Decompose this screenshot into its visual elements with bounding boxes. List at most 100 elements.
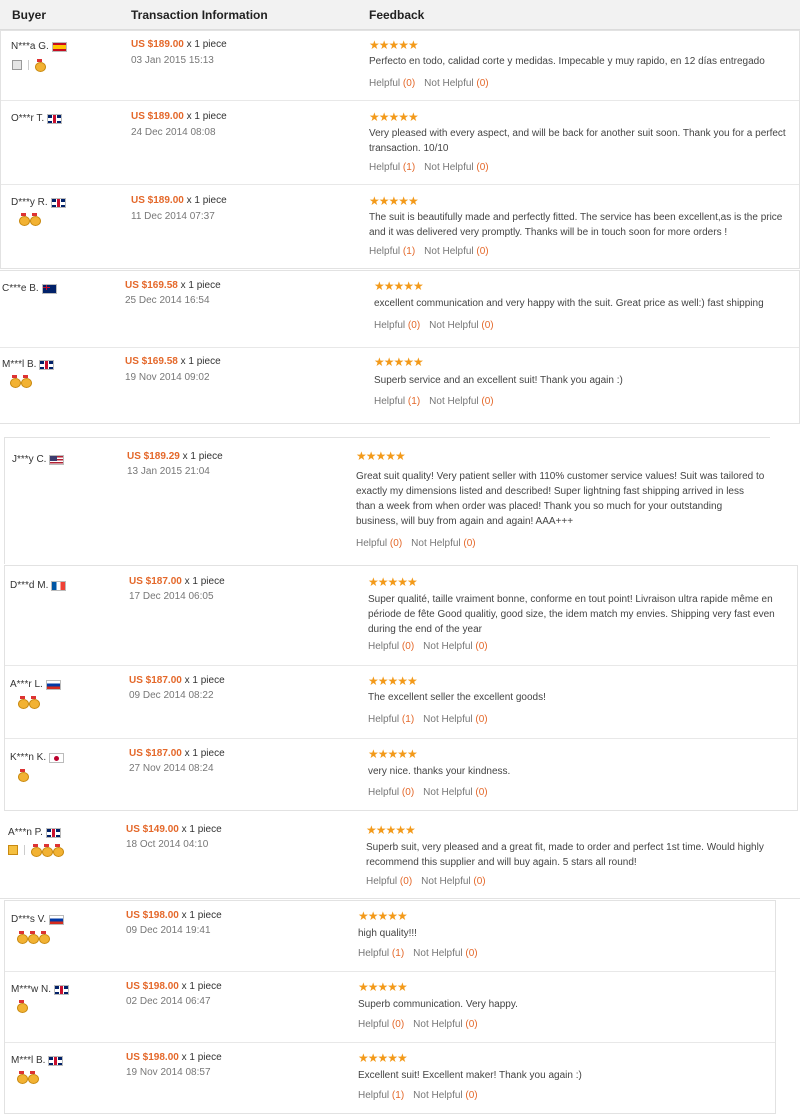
price-line: US $149.00 x 1 piece [126, 824, 222, 835]
column-header-buyer: Buyer [12, 8, 47, 22]
price-line: US $198.00 x 1 piece [126, 981, 222, 992]
flag-spain-icon [51, 41, 67, 52]
star-rating: ★★★★★ [374, 279, 424, 293]
helpful-vote: Helpful (1) Not Helpful (0) [368, 714, 488, 725]
helpful-button[interactable]: Helpful (1) [358, 1090, 404, 1101]
helpful-vote: Helpful (0) Not Helpful (0) [366, 876, 486, 887]
table-row: O***r T. US $189.00 x 1 piece 24 Dec 201… [1, 101, 799, 185]
helpful-button[interactable]: Helpful (1) [369, 246, 415, 257]
transaction-date: 03 Jan 2015 15:13 [131, 55, 214, 66]
helpful-button[interactable]: Helpful (0) [374, 320, 420, 331]
not-helpful-button[interactable]: Not Helpful (0) [413, 948, 477, 959]
not-helpful-button[interactable]: Not Helpful (0) [423, 714, 487, 725]
table-row: M***w N. US $198.00 x 1 piece 02 Dec 201… [5, 972, 775, 1043]
medal-icon [17, 1000, 28, 1013]
price-line: US $198.00 x 1 piece [126, 910, 222, 921]
helpful-button[interactable]: Helpful (1) [374, 396, 420, 407]
feedback-group-2: C***e B. US $169.58 x 1 piece 25 Dec 201… [0, 270, 800, 424]
star-rating: ★★★★★ [366, 823, 416, 837]
buyer-badges [17, 931, 50, 944]
table-row: D***d M. US $187.00 x 1 piece 17 Dec 201… [5, 566, 797, 666]
medal-icon [35, 59, 46, 72]
medal-icon [17, 931, 28, 944]
star-rating: ★★★★★ [369, 110, 419, 124]
helpful-vote: Helpful (0) Not Helpful (0) [374, 320, 494, 331]
star-rating: ★★★★★ [356, 449, 406, 463]
buyer-name: D***s V. [11, 914, 65, 925]
table-row: N***a G. US $189.00 x 1 piece 03 Jan 201… [1, 31, 799, 101]
buyer-name: N***a G. [11, 41, 67, 52]
star-rating: ★★★★★ [374, 355, 424, 369]
medal-icon [18, 696, 29, 709]
transaction-date: 19 Nov 2014 09:02 [125, 372, 210, 383]
helpful-button[interactable]: Helpful (0) [368, 641, 414, 652]
price-line: US $189.29 x 1 piece [127, 451, 223, 462]
feedback-group-3: J***y C. US $189.29 x 1 piece 13 Jan 201… [4, 437, 770, 564]
helpful-button[interactable]: Helpful (1) [358, 948, 404, 959]
review-text: high quality!!! [358, 928, 417, 939]
buyer-name: A***n P. [8, 827, 61, 838]
helpful-button[interactable]: Helpful (0) [358, 1019, 404, 1030]
flag-uk-icon [47, 113, 63, 124]
review-text: The suit is beautifully made and perfect… [369, 212, 783, 238]
buyer-name: M***l B. [11, 1055, 64, 1066]
flag-uk-icon [45, 827, 61, 838]
price-line: US $169.58 x 1 piece [125, 280, 221, 291]
medal-icon [21, 375, 32, 388]
star-rating: ★★★★★ [368, 747, 418, 761]
star-rating: ★★★★★ [369, 194, 419, 208]
helpful-button[interactable]: Helpful (0) [368, 787, 414, 798]
not-helpful-button[interactable]: Not Helpful (0) [429, 320, 493, 331]
buyer-name: C***e B. [2, 283, 57, 294]
not-helpful-button[interactable]: Not Helpful (0) [411, 538, 475, 549]
medal-icon [28, 1071, 39, 1084]
helpful-vote: Helpful (0) Not Helpful (0) [369, 78, 489, 89]
not-helpful-button[interactable]: Not Helpful (0) [424, 162, 488, 173]
not-helpful-button[interactable]: Not Helpful (0) [421, 876, 485, 887]
price-line: US $187.00 x 1 piece [129, 576, 225, 587]
helpful-button[interactable]: Helpful (0) [366, 876, 412, 887]
not-helpful-button[interactable]: Not Helpful (0) [429, 396, 493, 407]
not-helpful-button[interactable]: Not Helpful (0) [423, 641, 487, 652]
flag-uk-icon [39, 359, 55, 370]
helpful-button[interactable]: Helpful (0) [369, 78, 415, 89]
medal-icon [42, 844, 53, 857]
star-rating: ★★★★★ [358, 909, 408, 923]
table-row: K***n K. US $187.00 x 1 piece 27 Nov 201… [5, 739, 797, 812]
transaction-date: 17 Dec 2014 06:05 [129, 591, 214, 602]
flag-australia-icon [41, 283, 57, 294]
buyer-name: O***r T. [11, 113, 63, 124]
review-text: Super qualité, taille vraiment bonne, co… [368, 594, 775, 635]
helpful-button[interactable]: Helpful (0) [356, 538, 402, 549]
star-rating: ★★★★★ [368, 575, 418, 589]
price-line: US $189.00 x 1 piece [131, 111, 227, 122]
medal-icon [10, 375, 21, 388]
medal-icon [30, 213, 41, 226]
medal-icon [29, 696, 40, 709]
not-helpful-button[interactable]: Not Helpful (0) [423, 787, 487, 798]
not-helpful-button[interactable]: Not Helpful (0) [424, 246, 488, 257]
price-line: US $169.58 x 1 piece [125, 356, 221, 367]
feedback-table-header: Buyer Transaction Information Feedback [0, 0, 800, 30]
table-row: D***y R. US $189.00 x 1 piece 11 Dec 201… [1, 185, 799, 270]
not-helpful-button[interactable]: Not Helpful (0) [413, 1019, 477, 1030]
price-line: US $198.00 x 1 piece [126, 1052, 222, 1063]
review-text: Superb communication. Very happy. [358, 999, 518, 1010]
transaction-date: 13 Jan 2015 21:04 [127, 466, 210, 477]
price-line: US $189.00 x 1 piece [131, 39, 227, 50]
buyer-name: J***y C. [12, 454, 65, 465]
flag-russia-icon [49, 914, 65, 925]
helpful-button[interactable]: Helpful (1) [369, 162, 415, 173]
not-helpful-button[interactable]: Not Helpful (0) [424, 78, 488, 89]
review-text: Great suit quality! Very patient seller … [356, 471, 765, 527]
star-rating: ★★★★★ [368, 674, 418, 688]
buyer-name: D***d M. [10, 580, 67, 591]
table-row: D***s V. US $198.00 x 1 piece 09 Dec 201… [5, 901, 775, 972]
flag-france-icon [51, 580, 67, 591]
helpful-button[interactable]: Helpful (1) [368, 714, 414, 725]
helpful-vote: Helpful (0) Not Helpful (0) [358, 1019, 478, 1030]
transaction-date: 09 Dec 2014 08:22 [129, 690, 214, 701]
buyer-badges [10, 375, 32, 388]
buyer-badges [8, 844, 64, 857]
not-helpful-button[interactable]: Not Helpful (0) [413, 1090, 477, 1101]
